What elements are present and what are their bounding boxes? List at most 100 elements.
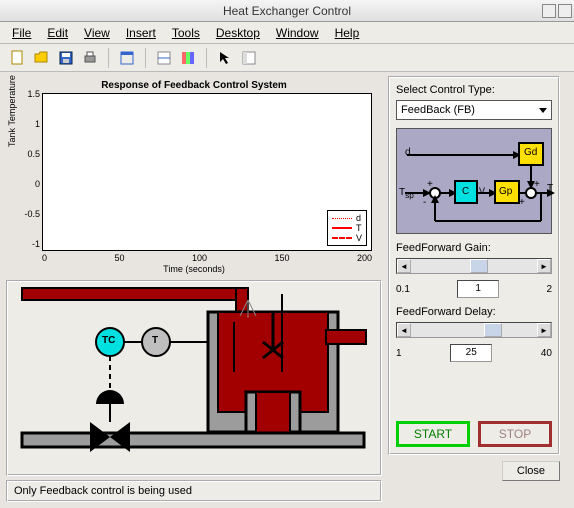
save-icon[interactable] <box>56 48 76 68</box>
block-t-label: T <box>547 183 553 194</box>
xtick: 200 <box>357 253 372 263</box>
block-d-label: d <box>405 147 411 158</box>
x-axis-label: Time (seconds) <box>10 264 378 274</box>
block-minus1: - <box>423 197 426 208</box>
close-bar: Close <box>388 461 560 481</box>
right-column: Select Control Type: FeedBack (FB) <box>388 76 560 502</box>
chart-title: Response of Feedback Control System <box>10 80 378 91</box>
legend-label: d <box>356 213 361 223</box>
control-panel: Select Control Type: FeedBack (FB) <box>388 76 560 455</box>
gridplot-icon[interactable] <box>239 48 259 68</box>
slider-thumb[interactable] <box>470 259 488 273</box>
xtick: 150 <box>274 253 289 263</box>
block-plus1: + <box>427 179 433 190</box>
block-diagram: d Gd Tsp C V Gp T + - + + <box>396 128 552 234</box>
block-gd-label: Gd <box>524 147 537 158</box>
control-type-value: FeedBack (FB) <box>401 104 475 116</box>
ff-gain-value[interactable]: 1 <box>457 280 499 298</box>
plot-area[interactable]: d T V <box>42 93 372 251</box>
control-type-select[interactable]: FeedBack (FB) <box>396 100 552 120</box>
y-axis-label: Tank Temperature <box>7 75 17 147</box>
status-bar: Only Feedback control is being used <box>6 480 382 502</box>
legend-entry: d <box>332 213 362 223</box>
ytick: -0.5 <box>18 209 40 217</box>
ff-delay-min: 1 <box>396 348 402 359</box>
select-control-label: Select Control Type: <box>396 84 552 96</box>
chevron-down-icon <box>539 108 547 113</box>
slider-left-arrow-icon[interactable]: ◄ <box>397 259 411 273</box>
colorbar-icon[interactable] <box>178 48 198 68</box>
block-tsp-label: Tsp <box>399 187 414 200</box>
system-menu-icon[interactable] <box>4 4 18 18</box>
block-plus2: + <box>534 179 540 190</box>
legend-label: T <box>356 223 362 233</box>
legend-entry: V <box>332 233 362 243</box>
chart-panel: Response of Feedback Control System Tank… <box>6 76 382 276</box>
ff-gain-readout: 0.1 1 2 <box>396 280 552 298</box>
open-folder-icon[interactable] <box>32 48 52 68</box>
ff-delay-value[interactable]: 25 <box>450 344 492 362</box>
arrow-icon[interactable] <box>215 48 235 68</box>
legend-label: V <box>356 233 362 243</box>
ytick: 0.5 <box>18 149 40 157</box>
menu-desktop[interactable]: Desktop <box>216 26 260 40</box>
slider-thumb[interactable] <box>484 323 502 337</box>
toolbar-separator <box>206 48 207 68</box>
print-icon[interactable] <box>80 48 100 68</box>
t-label: T <box>152 335 158 346</box>
maximize-button[interactable] <box>558 4 572 18</box>
menu-tools[interactable]: Tools <box>172 26 200 40</box>
ff-gain-min: 0.1 <box>396 284 410 295</box>
ff-gain-max: 2 <box>546 284 552 295</box>
start-stop-row: START STOP <box>396 413 552 447</box>
ff-delay-slider[interactable]: ◄ ► <box>396 322 552 338</box>
menu-insert[interactable]: Insert <box>126 26 156 40</box>
window-buttons <box>542 4 572 18</box>
ff-delay-label: FeedForward Delay: <box>396 306 552 318</box>
status-text: Only Feedback control is being used <box>14 485 192 497</box>
datacursor-icon[interactable] <box>154 48 174 68</box>
chart-axes: Tank Temperature 1.5 1 0.5 0 -0.5 -1 d T <box>42 93 372 251</box>
menubar: File Edit View Insert Tools Desktop Wind… <box>0 22 574 44</box>
ytick: 1 <box>18 119 40 127</box>
stop-button[interactable]: STOP <box>478 421 552 447</box>
close-button[interactable]: Close <box>502 461 560 481</box>
xtick: 100 <box>192 253 207 263</box>
left-column: Response of Feedback Control System Tank… <box>6 76 382 502</box>
ff-delay-readout: 1 25 40 <box>396 344 552 362</box>
toolbar <box>0 44 574 72</box>
xtick: 50 <box>114 253 124 263</box>
minimize-button[interactable] <box>542 4 556 18</box>
layout-icon[interactable] <box>117 48 137 68</box>
ff-gain-label: FeedForward Gain: <box>396 242 552 254</box>
menu-help[interactable]: Help <box>335 26 360 40</box>
menu-file[interactable]: File <box>12 26 31 40</box>
slider-right-arrow-icon[interactable]: ► <box>537 323 551 337</box>
legend-entry: T <box>332 223 362 233</box>
process-diagram: TC T <box>6 280 382 476</box>
legend: d T V <box>327 210 367 246</box>
menu-window[interactable]: Window <box>276 26 319 40</box>
slider-left-arrow-icon[interactable]: ◄ <box>397 323 411 337</box>
ff-delay-max: 40 <box>541 348 552 359</box>
menu-view[interactable]: View <box>84 26 110 40</box>
toolbar-separator <box>108 48 109 68</box>
menu-edit[interactable]: Edit <box>47 26 68 40</box>
ff-gain-slider[interactable]: ◄ ► <box>396 258 552 274</box>
tc-label: TC <box>102 335 115 346</box>
toolbar-separator <box>145 48 146 68</box>
titlebar: Heat Exchanger Control <box>0 0 574 22</box>
slider-track[interactable] <box>411 259 537 273</box>
xtick: 0 <box>42 253 47 263</box>
start-button[interactable]: START <box>396 421 470 447</box>
new-file-icon[interactable] <box>8 48 28 68</box>
slider-track[interactable] <box>411 323 537 337</box>
window-title: Heat Exchanger Control <box>223 4 351 18</box>
ytick: -1 <box>18 239 40 247</box>
content-area: Response of Feedback Control System Tank… <box>0 72 574 508</box>
ytick: 0 <box>18 179 40 187</box>
slider-right-arrow-icon[interactable]: ► <box>537 259 551 273</box>
y-ticks: 1.5 1 0.5 0 -0.5 -1 <box>18 89 40 247</box>
block-plus3: + <box>519 197 525 208</box>
x-ticks: 0 50 100 150 200 <box>42 253 372 263</box>
